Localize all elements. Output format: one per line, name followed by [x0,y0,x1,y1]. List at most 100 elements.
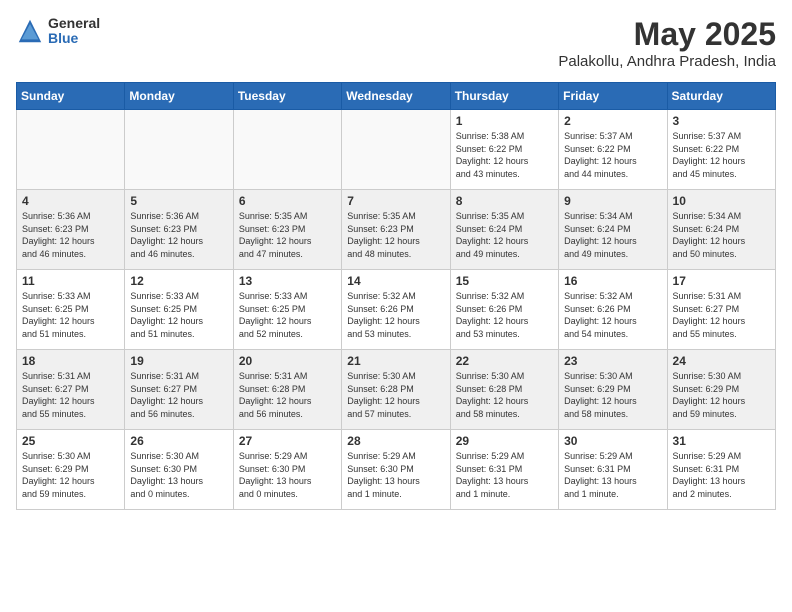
calendar-week-3: 11 Sunrise: 5:33 AM Sunset: 6:25 PM Dayli… [17,270,776,350]
day-number: 31 [673,434,770,448]
weekday-header-monday: Monday [125,83,233,110]
calendar-day [342,110,450,190]
calendar-day: 26Sunrise: 5:30 AM Sunset: 6:30 PM Dayli… [125,430,233,510]
day-number: 21 [347,354,444,368]
day-info: Sunrise: 5:30 AM Sunset: 6:29 PM Dayligh… [22,450,119,500]
weekday-header-row: SundayMondayTuesdayWednesdayThursdayFrid… [17,83,776,110]
day-info: Sunrise: 5:29 AM Sunset: 6:30 PM Dayligh… [239,450,336,500]
day-info: Sunrise: 5:29 AM Sunset: 6:30 PM Dayligh… [347,450,444,500]
day-info: Sunrise: 5:31 AM Sunset: 6:27 PM Dayligh… [22,370,119,420]
day-number: 20 [239,354,336,368]
day-info: Sunrise: 5:36 AM Sunset: 6:23 PM Dayligh… [130,210,227,260]
day-info: Sunrise: 5:35 AM Sunset: 6:23 PM Dayligh… [347,210,444,260]
day-number: 6 [239,194,336,208]
page-header: General Blue May 2025 Palakollu, Andhra … [16,16,776,70]
day-number: 17 [673,274,770,288]
calendar-day: 18 Sunrise: 5:31 AM Sunset: 6:27 PM Dayli… [17,350,125,430]
weekday-header-wednesday: Wednesday [342,83,450,110]
day-number: 10 [673,194,770,208]
day-number: 24 [673,354,770,368]
day-number: 3 [673,114,770,128]
day-number: 23 [564,354,661,368]
calendar-day: 16 Sunrise: 5:32 AM Sunset: 6:26 PM Dayli… [559,270,667,350]
day-info: Sunrise: 5:37 AM Sunset: 6:22 PM Dayligh… [673,130,770,180]
day-number: 28 [347,434,444,448]
day-info: Sunrise: 5:30 AM Sunset: 6:29 PM Dayligh… [673,370,770,420]
day-number: 25 [22,434,119,448]
calendar-day: 4Sunrise: 5:36 AM Sunset: 6:23 PM Daylig… [17,190,125,270]
day-number: 29 [456,434,553,448]
calendar-day: 3 Sunrise: 5:37 AM Sunset: 6:22 PM Daylig… [667,110,775,190]
day-number: 30 [564,434,661,448]
calendar-day: 9 Sunrise: 5:34 AM Sunset: 6:24 PM Daylig… [559,190,667,270]
day-number: 1 [456,114,553,128]
day-number: 14 [347,274,444,288]
day-number: 13 [239,274,336,288]
day-info: Sunrise: 5:30 AM Sunset: 6:29 PM Dayligh… [564,370,661,420]
calendar-week-1: 1 Sunrise: 5:38 AM Sunset: 6:22 PM Daylig… [17,110,776,190]
weekday-header-sunday: Sunday [17,83,125,110]
day-info: Sunrise: 5:31 AM Sunset: 6:27 PM Dayligh… [130,370,227,420]
calendar-week-5: 25 Sunrise: 5:30 AM Sunset: 6:29 PM Dayli… [17,430,776,510]
day-number: 19 [130,354,227,368]
calendar-week-2: 4 Sunrise: 5:36 AM Sunset: 6:23 PM Daylig… [17,190,776,270]
calendar-day: 15 Sunrise: 5:32 AM Sunset: 6:26 PM Dayli… [450,270,558,350]
calendar-day: 21Sunrise: 5:30 AM Sunset: 6:28 PM Dayli… [342,350,450,430]
calendar-day: 23 Sunrise: 5:30 AM Sunset: 6:29 PM Dayli… [559,350,667,430]
weekday-header-saturday: Saturday [667,83,775,110]
calendar-day: 14 Sunrise: 5:32 AM Sunset: 6:26 PM Dayli… [342,270,450,350]
calendar-day: 12Sunrise: 5:33 AM Sunset: 6:25 PM Dayli… [125,270,233,350]
calendar-day: 11 Sunrise: 5:33 AM Sunset: 6:25 PM Dayli… [17,270,125,350]
day-info: Sunrise: 5:35 AM Sunset: 6:23 PM Dayligh… [239,210,336,260]
day-number: 15 [456,274,553,288]
day-info: Sunrise: 5:32 AM Sunset: 6:26 PM Dayligh… [347,290,444,340]
day-info: Sunrise: 5:34 AM Sunset: 6:24 PM Dayligh… [673,210,770,260]
day-number: 5 [130,194,227,208]
calendar-table: SundayMondayTuesdayWednesdayThursdayFrid… [16,82,776,510]
day-info: Sunrise: 5:38 AM Sunset: 6:22 PM Dayligh… [456,130,553,180]
day-number: 11 [22,274,119,288]
calendar-day: 31 Sunrise: 5:29 AM Sunset: 6:31 PM Dayli… [667,430,775,510]
calendar-day: 30Sunrise: 5:29 AM Sunset: 6:31 PM Dayli… [559,430,667,510]
day-number: 8 [456,194,553,208]
day-number: 4 [22,194,119,208]
day-info: Sunrise: 5:29 AM Sunset: 6:31 PM Dayligh… [673,450,770,500]
day-number: 22 [456,354,553,368]
calendar-day: 13 Sunrise: 5:33 AM Sunset: 6:25 PM Dayli… [233,270,341,350]
day-info: Sunrise: 5:31 AM Sunset: 6:27 PM Dayligh… [673,290,770,340]
day-number: 18 [22,354,119,368]
weekday-header-tuesday: Tuesday [233,83,341,110]
logo-general: General [48,16,100,31]
logo-blue: Blue [48,31,100,46]
day-number: 7 [347,194,444,208]
logo-text: General Blue [48,16,100,47]
day-info: Sunrise: 5:33 AM Sunset: 6:25 PM Dayligh… [239,290,336,340]
logo: General Blue [16,16,100,47]
calendar-day: 2Sunrise: 5:37 AM Sunset: 6:22 PM Daylig… [559,110,667,190]
calendar-week-4: 18 Sunrise: 5:31 AM Sunset: 6:27 PM Dayli… [17,350,776,430]
calendar-day: 24 Sunrise: 5:30 AM Sunset: 6:29 PM Dayli… [667,350,775,430]
location-title: Palakollu, Andhra Pradesh, India [558,53,776,70]
calendar-day: 22 Sunrise: 5:30 AM Sunset: 6:28 PM Dayli… [450,350,558,430]
calendar-day [125,110,233,190]
day-number: 9 [564,194,661,208]
day-info: Sunrise: 5:32 AM Sunset: 6:26 PM Dayligh… [564,290,661,340]
calendar-day: 29Sunrise: 5:29 AM Sunset: 6:31 PM Dayli… [450,430,558,510]
day-info: Sunrise: 5:33 AM Sunset: 6:25 PM Dayligh… [22,290,119,340]
day-number: 26 [130,434,227,448]
day-info: Sunrise: 5:32 AM Sunset: 6:26 PM Dayligh… [456,290,553,340]
calendar-day: 10 Sunrise: 5:34 AM Sunset: 6:24 PM Dayli… [667,190,775,270]
calendar-day: 19 Sunrise: 5:31 AM Sunset: 6:27 PM Dayli… [125,350,233,430]
calendar-day: 5 Sunrise: 5:36 AM Sunset: 6:23 PM Daylig… [125,190,233,270]
month-title: May 2025 [558,16,776,53]
calendar-day: 7 Sunrise: 5:35 AM Sunset: 6:23 PM Daylig… [342,190,450,270]
calendar-day: 20Sunrise: 5:31 AM Sunset: 6:28 PM Dayli… [233,350,341,430]
day-info: Sunrise: 5:34 AM Sunset: 6:24 PM Dayligh… [564,210,661,260]
calendar-day: 28 Sunrise: 5:29 AM Sunset: 6:30 PM Dayli… [342,430,450,510]
day-info: Sunrise: 5:30 AM Sunset: 6:28 PM Dayligh… [456,370,553,420]
day-number: 16 [564,274,661,288]
calendar-day: 17 Sunrise: 5:31 AM Sunset: 6:27 PM Dayli… [667,270,775,350]
calendar-day: 1 Sunrise: 5:38 AM Sunset: 6:22 PM Daylig… [450,110,558,190]
calendar-day: 8Sunrise: 5:35 AM Sunset: 6:24 PM Daylig… [450,190,558,270]
calendar-day: 27Sunrise: 5:29 AM Sunset: 6:30 PM Dayli… [233,430,341,510]
